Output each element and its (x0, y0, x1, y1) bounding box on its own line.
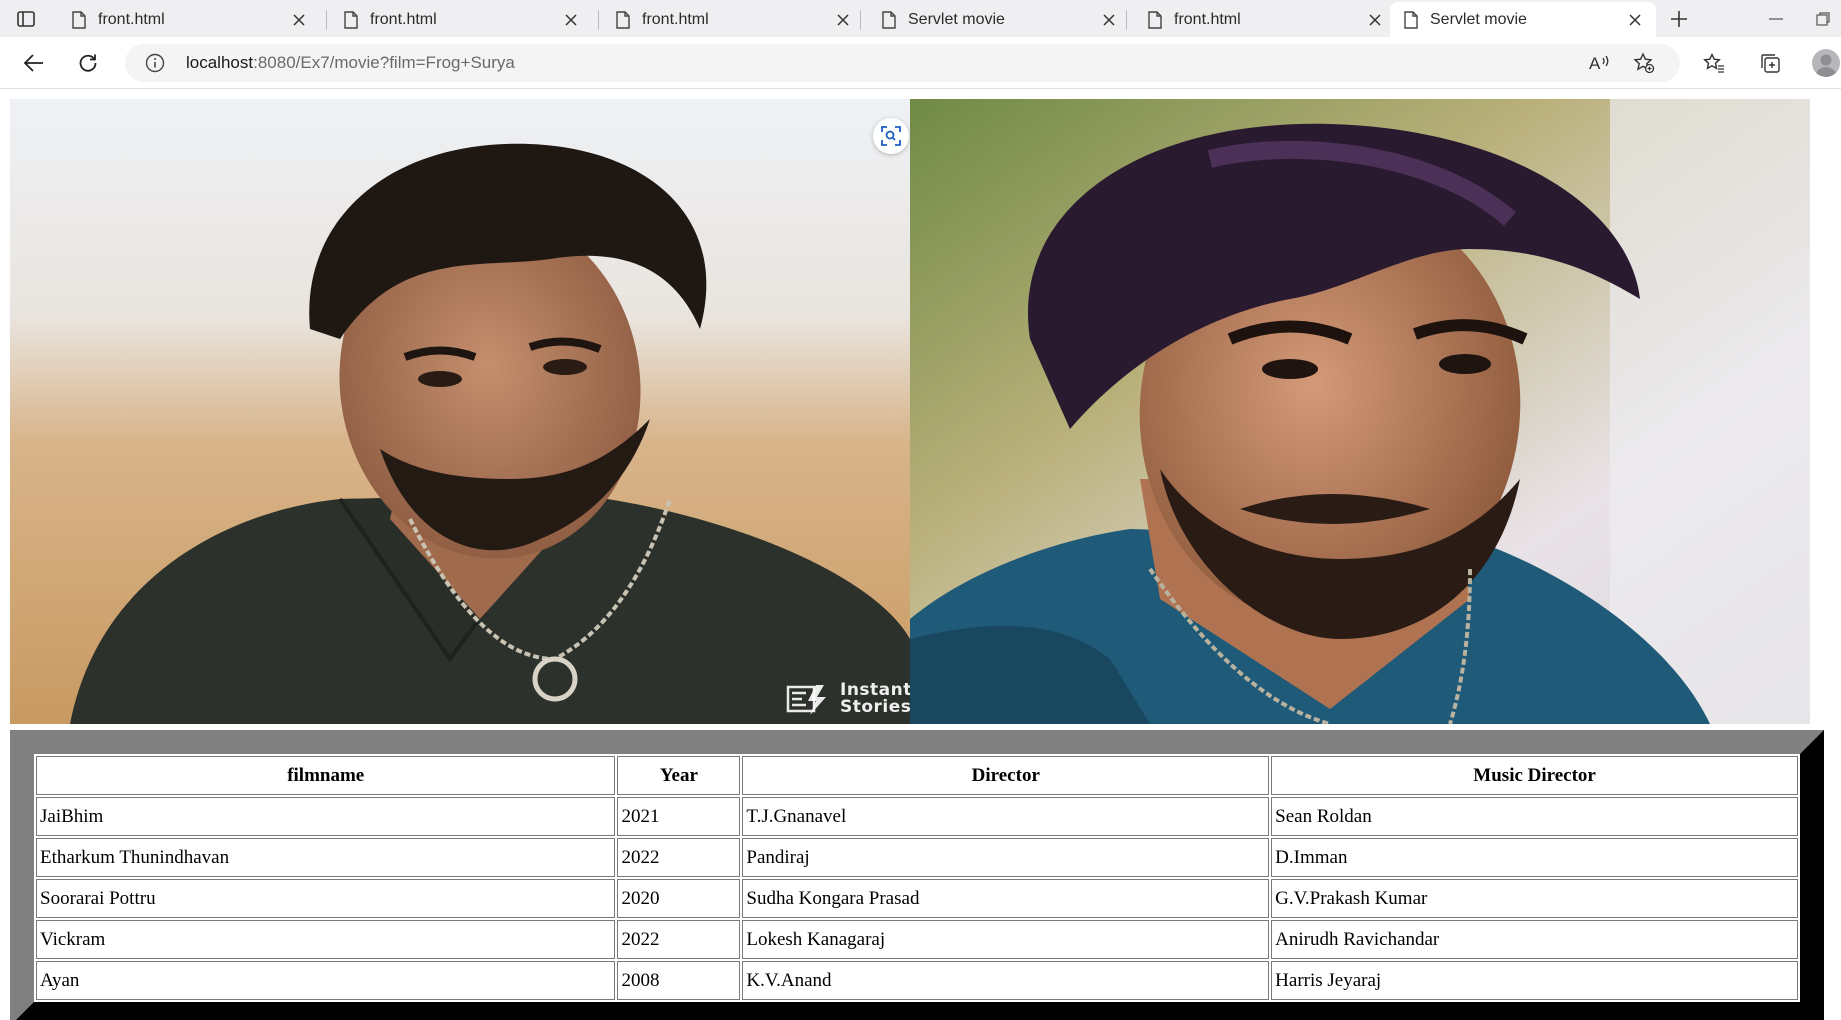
maximize-icon[interactable] (1816, 6, 1841, 32)
url-path: :8080/Ex7/movie?film=Frog+Surya (253, 53, 515, 72)
site-info-icon[interactable] (143, 51, 167, 75)
tab-divider (326, 10, 327, 30)
tab-6-active[interactable]: Servlet movie (1390, 2, 1656, 38)
new-tab-button[interactable] (1663, 4, 1695, 34)
table-row: Etharkum Thunindhavan 2022 Pandiraj D.Im… (36, 838, 1798, 877)
cell-filmname: Etharkum Thunindhavan (36, 838, 616, 877)
tab-divider (1126, 10, 1127, 30)
tab-strip: front.html front.html front.html Servlet… (0, 0, 1841, 38)
column-header-filmname: filmname (36, 756, 616, 795)
watermark-logo-icon (786, 685, 826, 715)
movie-table: filmname Year Director Music Director Ja… (10, 730, 1824, 1020)
watermark-text: Instant Stories (840, 680, 910, 717)
cell-year: 2021 (617, 797, 741, 836)
close-tab-icon[interactable] (1624, 9, 1646, 31)
table-row: JaiBhim 2021 T.J.Gnanavel Sean Roldan (36, 797, 1798, 836)
column-header-director: Director (742, 756, 1270, 795)
document-icon (344, 11, 358, 29)
cell-filmname: Vickram (36, 920, 616, 959)
minimize-icon[interactable] (1760, 6, 1792, 32)
favorites-icon[interactable] (1696, 45, 1732, 81)
navigation-bar: localhost:8080/Ex7/movie?film=Frog+Surya… (0, 37, 1841, 89)
document-icon (616, 11, 630, 29)
page-content: Instant Stories filmname Year Director M… (0, 90, 1841, 1020)
tab-1[interactable]: front.html (58, 2, 320, 38)
document-icon (1404, 11, 1418, 29)
actor-photo-1: Instant Stories (10, 99, 910, 724)
actor-photo-2 (910, 99, 1810, 724)
tab-divider (860, 10, 861, 30)
tab-divider (598, 10, 599, 30)
portrait-photo-icon (10, 99, 910, 724)
collections-icon[interactable] (1752, 45, 1788, 81)
tab-3[interactable]: front.html (602, 2, 864, 38)
address-bar[interactable]: localhost:8080/Ex7/movie?film=Frog+Surya… (125, 44, 1680, 82)
url-text[interactable]: localhost:8080/Ex7/movie?film=Frog+Surya (186, 53, 515, 73)
tab-2[interactable]: front.html (330, 2, 592, 38)
cell-director: Lokesh Kanagaraj (742, 920, 1270, 959)
cell-filmname: Ayan (36, 961, 616, 1000)
cell-year: 2020 (617, 879, 741, 918)
cell-music-director: Sean Roldan (1271, 797, 1798, 836)
tab-title: Servlet movie (1430, 11, 1527, 28)
read-aloud-glyph: A (1589, 54, 1601, 73)
document-icon (72, 11, 86, 29)
close-tab-icon[interactable] (560, 9, 582, 31)
url-host: localhost (186, 53, 254, 72)
cell-music-director: G.V.Prakash Kumar (1271, 879, 1798, 918)
close-tab-icon[interactable] (288, 9, 310, 31)
table-row: Vickram 2022 Lokesh Kanagaraj Anirudh Ra… (36, 920, 1798, 959)
add-favorite-icon[interactable] (1630, 50, 1658, 76)
table-header-row: filmname Year Director Music Director (36, 756, 1798, 795)
cell-director: T.J.Gnanavel (742, 797, 1270, 836)
tab-title: front.html (370, 11, 437, 28)
tab-title: front.html (642, 11, 709, 28)
cell-filmname: Soorarai Pottru (36, 879, 616, 918)
watermark: Instant Stories (786, 682, 910, 716)
tab-4[interactable]: Servlet movie (868, 2, 1130, 38)
column-header-music-director: Music Director (1271, 756, 1798, 795)
cell-director: K.V.Anand (742, 961, 1270, 1000)
tab-title: front.html (1174, 11, 1241, 28)
cell-music-director: Harris Jeyaraj (1271, 961, 1798, 1000)
tab-5[interactable]: front.html (1134, 2, 1396, 38)
document-icon (882, 11, 896, 29)
refresh-icon[interactable] (70, 45, 106, 81)
cell-music-director: Anirudh Ravichandar (1271, 920, 1798, 959)
cell-director: Sudha Kongara Prasad (742, 879, 1270, 918)
tab-actions-menu-icon[interactable] (10, 4, 42, 34)
close-tab-icon[interactable] (1364, 9, 1386, 31)
back-arrow-icon[interactable] (16, 45, 52, 81)
close-tab-icon[interactable] (832, 9, 854, 31)
portrait-photo-icon (910, 99, 1810, 724)
table-row: Soorarai Pottru 2020 Sudha Kongara Prasa… (36, 879, 1798, 918)
cell-year: 2008 (617, 961, 741, 1000)
cell-director: Pandiraj (742, 838, 1270, 877)
close-tab-icon[interactable] (1098, 9, 1120, 31)
tab-title: Servlet movie (908, 11, 1005, 28)
tab-title: front.html (98, 11, 165, 28)
cell-year: 2022 (617, 838, 741, 877)
profile-avatar[interactable] (1812, 49, 1840, 77)
column-header-year: Year (617, 756, 741, 795)
cell-year: 2022 (617, 920, 741, 959)
table-row: Ayan 2008 K.V.Anand Harris Jeyaraj (36, 961, 1798, 1000)
cell-filmname: JaiBhim (36, 797, 616, 836)
cell-music-director: D.Imman (1271, 838, 1798, 877)
visual-search-icon[interactable] (873, 118, 909, 154)
read-aloud-icon[interactable]: A (1585, 50, 1613, 76)
document-icon (1148, 11, 1162, 29)
movie-table-container: filmname Year Director Music Director Ja… (10, 730, 1824, 1020)
